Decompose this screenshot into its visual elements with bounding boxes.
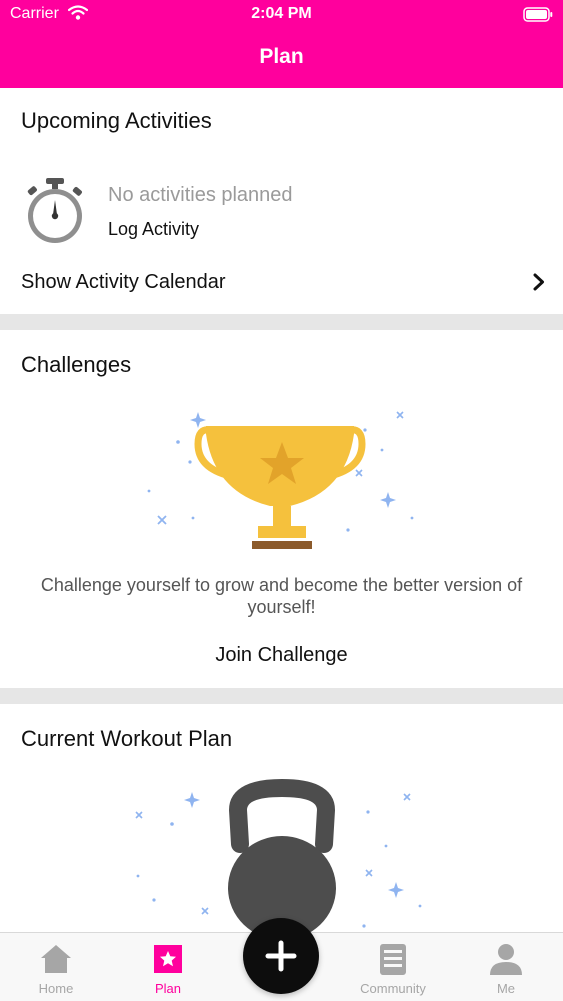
home-icon bbox=[41, 945, 71, 973]
upcoming-activities-title: Upcoming Activities bbox=[21, 108, 212, 133]
current-workout-plan-title: Current Workout Plan bbox=[21, 726, 233, 751]
plus-icon bbox=[265, 940, 297, 972]
challenges-card: Challenges Challenge yourself to grow an… bbox=[0, 330, 563, 688]
status-time: 2:04 PM bbox=[251, 5, 312, 22]
upcoming-activities-card: Upcoming Activities No activities planne… bbox=[0, 88, 563, 314]
navigation-bar: Plan bbox=[0, 30, 563, 88]
battery-icon bbox=[523, 7, 553, 27]
show-activity-calendar-row[interactable]: Show Activity Calendar bbox=[0, 258, 563, 308]
page-title: Plan bbox=[259, 45, 304, 68]
tab-me[interactable]: Me bbox=[450, 933, 562, 1001]
challenges-title: Challenges bbox=[21, 352, 132, 377]
join-challenge-button[interactable]: Join Challenge bbox=[0, 644, 563, 667]
status-bar: Carrier 2:04 PM bbox=[0, 0, 563, 30]
tab-home-label: Home bbox=[38, 981, 74, 996]
tab-community[interactable]: Community bbox=[337, 933, 449, 1001]
show-activity-calendar-label: Show Activity Calendar bbox=[21, 271, 226, 293]
current-workout-plan-card: Current Workout Plan bbox=[0, 704, 563, 944]
challenge-description: Challenge yourself to grow and become th… bbox=[40, 575, 523, 617]
community-icon bbox=[380, 944, 406, 975]
tab-plan[interactable]: Plan bbox=[112, 933, 224, 1001]
chevron-right-icon bbox=[533, 273, 545, 296]
tab-home[interactable]: Home bbox=[0, 933, 112, 1001]
tab-me-label: Me bbox=[496, 981, 516, 996]
stopwatch-icon bbox=[24, 178, 86, 251]
add-button[interactable] bbox=[243, 918, 319, 994]
plan-star-icon bbox=[154, 945, 182, 973]
person-icon bbox=[490, 944, 522, 975]
trophy-icon bbox=[130, 400, 430, 565]
tab-plan-label: Plan bbox=[154, 981, 182, 996]
no-activities-text: No activities planned bbox=[108, 184, 293, 206]
tab-community-label: Community bbox=[360, 981, 426, 996]
log-activity-button[interactable]: Log Activity bbox=[108, 219, 199, 240]
